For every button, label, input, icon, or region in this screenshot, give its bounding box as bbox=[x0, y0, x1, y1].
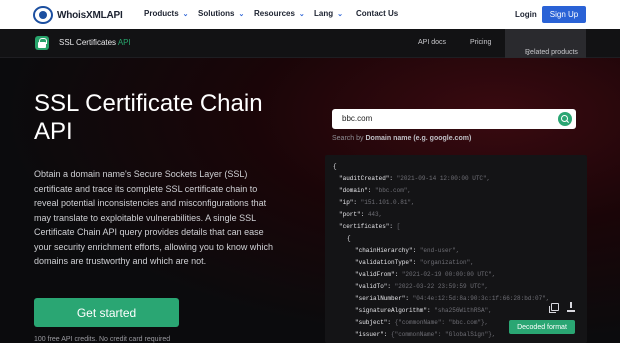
nav-resources[interactable]: Resources ⌄ bbox=[254, 9, 305, 18]
json-value: "end-user", bbox=[416, 247, 460, 254]
page-title: SSL Certificate Chain API bbox=[34, 90, 263, 145]
chevron-down-icon: ⌄ bbox=[238, 10, 245, 18]
chevron-down-icon: ⌄ bbox=[337, 10, 343, 18]
json-value: "sha256WithRSA", bbox=[430, 307, 492, 314]
json-key: "domain": bbox=[339, 187, 372, 194]
code-line: "issuer": {"commonName": "GlobalSign"}, bbox=[355, 331, 495, 338]
code-line: "serialNumber": "04:4e:12:5d:8a:90:3c:1f… bbox=[355, 295, 549, 302]
nav-contact-us[interactable]: Contact Us bbox=[356, 9, 398, 18]
json-value: 443, bbox=[364, 211, 383, 218]
json-key: "signatureAlgorithm": bbox=[355, 307, 431, 314]
nav-label: Contact Us bbox=[356, 9, 399, 18]
json-key: { bbox=[333, 163, 337, 170]
json-key: "chainHierarchy": bbox=[355, 247, 417, 254]
json-key: "subject": bbox=[355, 319, 392, 326]
login-link[interactable]: Login bbox=[515, 10, 537, 19]
related-label: Related products bbox=[525, 49, 578, 56]
json-value: "2021-02-19 00:00:00 UTC", bbox=[398, 271, 496, 278]
pricing-link[interactable]: Pricing bbox=[470, 39, 491, 46]
search-hint: Search by Domain name (e.g. google.com) bbox=[332, 135, 471, 142]
related-products-menu[interactable]: Related products ⌄ bbox=[505, 29, 586, 58]
download-icon[interactable] bbox=[567, 302, 575, 312]
free-credits-note: 100 free API credits. No credit card req… bbox=[34, 336, 171, 343]
nav-solutions[interactable]: Solutions ⌄ bbox=[198, 9, 244, 18]
product-title[interactable]: SSL Certificates API bbox=[59, 38, 131, 47]
json-value: {"commonName": "bbc.com"}, bbox=[391, 319, 489, 326]
code-line: "certificates": [ bbox=[339, 223, 400, 230]
search-icon[interactable] bbox=[558, 112, 572, 126]
nav-label: Lang bbox=[314, 9, 334, 18]
code-line: "auditCreated": "2021-09-14 12:00:00 UTC… bbox=[339, 175, 490, 182]
json-key: "issuer": bbox=[355, 331, 388, 338]
copy-icon[interactable] bbox=[549, 303, 559, 313]
code-line: "validationType": "organization", bbox=[355, 259, 474, 266]
code-line: { bbox=[347, 235, 351, 242]
nav-products[interactable]: Products ⌄ bbox=[144, 9, 189, 18]
signup-button[interactable]: Sign Up bbox=[542, 6, 586, 23]
code-line: "validFrom": "2021-02-19 00:00:00 UTC", bbox=[355, 271, 495, 278]
top-navigation: WhoisXMLAPI Products ⌄ Solutions ⌄ Resourc… bbox=[0, 0, 620, 29]
json-key: "ip": bbox=[339, 199, 358, 206]
code-line: "domain": "bbc.com", bbox=[339, 187, 411, 194]
json-key: "validationType": bbox=[355, 259, 417, 266]
nav-label: Solutions bbox=[198, 9, 235, 18]
json-value: [ bbox=[393, 223, 401, 230]
json-value: {"commonName": "GlobalSign"}, bbox=[387, 331, 496, 338]
chevron-down-icon: ⌄ bbox=[525, 50, 531, 57]
lock-icon bbox=[35, 36, 49, 50]
json-key: { bbox=[347, 235, 351, 242]
hint-prefix: Search by bbox=[332, 135, 364, 142]
json-value: "151.101.0.81", bbox=[357, 199, 415, 206]
json-output-panel[interactable]: {"auditCreated": "2021-09-14 12:00:00 UT… bbox=[325, 155, 587, 343]
json-value: "bbc.com", bbox=[371, 187, 412, 194]
code-line: "subject": {"commonName": "bbc.com"}, bbox=[355, 319, 488, 326]
api-docs-link[interactable]: API docs bbox=[418, 39, 446, 46]
json-value: "organization", bbox=[416, 259, 474, 266]
json-key: "certificates": bbox=[339, 223, 394, 230]
search-value: bbc.com bbox=[342, 114, 373, 123]
json-value: "04:4e:12:5d:8a:90:3c:1f:66:28:bd:07", bbox=[409, 295, 550, 302]
code-line: "chainHierarchy": "end-user", bbox=[355, 247, 459, 254]
logo-text: WhoisXMLAPI bbox=[57, 9, 123, 21]
code-line: { bbox=[333, 163, 337, 170]
code-line: "port": 443, bbox=[339, 211, 382, 218]
json-value: "2022-03-22 23:59:59 UTC", bbox=[391, 283, 489, 290]
decoded-format-button[interactable]: Decoded format bbox=[509, 320, 575, 334]
domain-search-input[interactable]: bbc.com bbox=[332, 109, 576, 129]
code-line: "validTo": "2022-03-22 23:59:59 UTC", bbox=[355, 283, 488, 290]
nav-label: Resources bbox=[254, 9, 295, 18]
json-key: "auditCreated": bbox=[339, 175, 394, 182]
code-line: "signatureAlgorithm": "sha256WithRSA", bbox=[355, 307, 492, 314]
nav-lang[interactable]: Lang ⌄ bbox=[314, 9, 343, 18]
nav-label: Products bbox=[144, 9, 179, 18]
code-line: "ip": "151.101.0.81", bbox=[339, 199, 415, 206]
product-name: SSL Certificates bbox=[59, 38, 117, 47]
logo[interactable]: WhoisXMLAPI bbox=[33, 6, 123, 24]
hero-description: Obtain a domain name's Secure Sockets La… bbox=[34, 169, 273, 266]
json-key: "serialNumber": bbox=[355, 295, 410, 302]
json-key: "validFrom": bbox=[355, 271, 399, 278]
hint-example: Domain name (e.g. google.com) bbox=[365, 135, 472, 142]
get-started-button[interactable]: Get started bbox=[34, 298, 179, 327]
json-key: "port": bbox=[339, 211, 365, 218]
product-accent: API bbox=[117, 38, 131, 47]
chevron-down-icon: ⌄ bbox=[298, 10, 305, 18]
logo-icon bbox=[33, 6, 53, 24]
json-value: "2021-09-14 12:00:00 UTC", bbox=[393, 175, 491, 182]
json-key: "validTo": bbox=[355, 283, 392, 290]
chevron-down-icon: ⌄ bbox=[182, 10, 189, 18]
